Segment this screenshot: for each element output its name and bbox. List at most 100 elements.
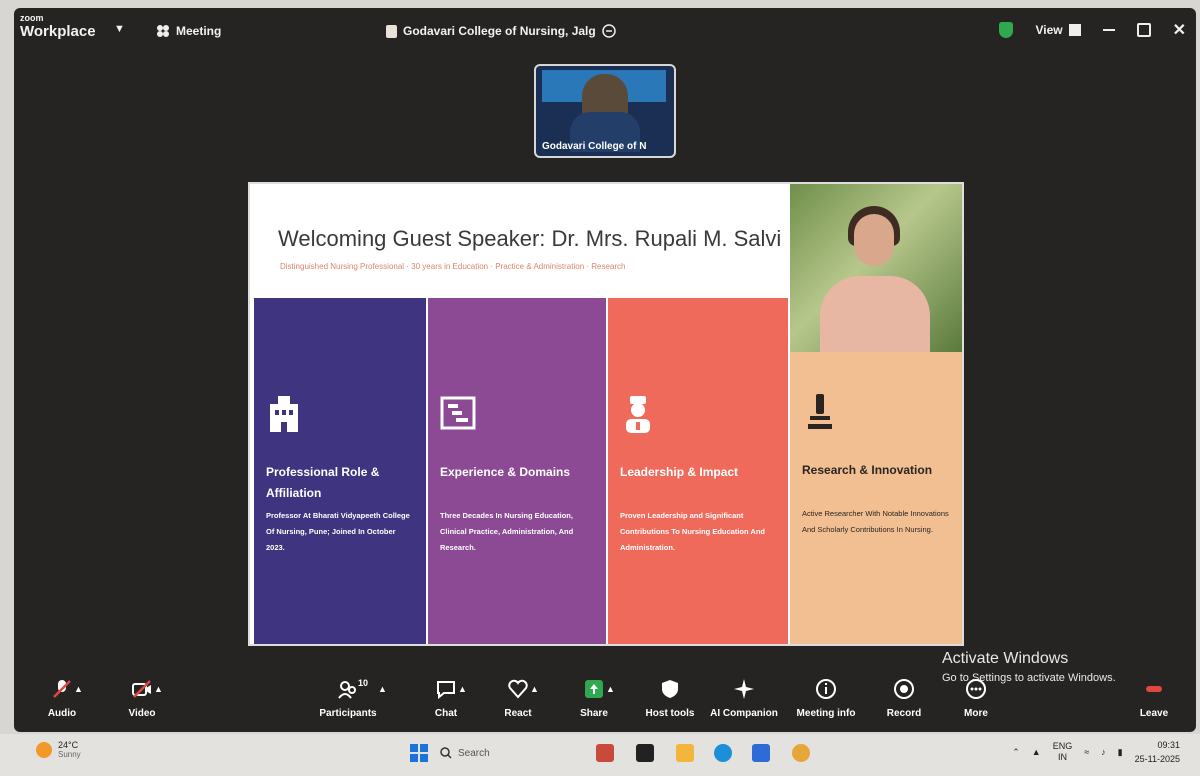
participants-button[interactable]: 10 ▲ Participants [308, 678, 388, 719]
chart-board-icon [440, 396, 476, 430]
slide-subtitle: Distinguished Nursing Professional · 30 … [280, 262, 626, 271]
video-label: Video [128, 708, 156, 719]
chevron-up-icon[interactable]: ▲ [378, 684, 387, 694]
react-button[interactable]: ▲ React [478, 678, 558, 719]
close-icon[interactable]: ✕ [1173, 20, 1186, 40]
host-tools-button[interactable]: Host tools [630, 678, 710, 719]
more-button[interactable]: More [936, 678, 1016, 719]
chevron-up-icon[interactable]: ▲ [74, 684, 83, 694]
weather-widget[interactable]: 24°C Sunny [36, 740, 81, 759]
panel-text: Proven Leadership and Significant Contri… [620, 511, 765, 552]
react-label: React [504, 708, 532, 719]
battery-icon[interactable]: ▮ [1118, 747, 1123, 758]
info-icon [816, 679, 836, 699]
record-label: Record [886, 708, 922, 719]
chevron-up-icon[interactable]: ▲ [530, 684, 539, 694]
meeting-title[interactable]: Godavari College of Nursing, Jalg [386, 24, 616, 38]
more-dots-icon [966, 679, 986, 699]
video-thumbnail[interactable]: Godavari College of N [534, 64, 676, 158]
chevron-up-icon[interactable]: ⌃ [1012, 747, 1020, 758]
search-placeholder: Search [458, 747, 490, 759]
language-indicator[interactable]: ENG IN [1053, 741, 1073, 763]
file-explorer-icon[interactable] [676, 744, 694, 762]
windows-taskbar: 24°C Sunny Search ⌃ ▲ ENG IN ≈ ♪ ▮ 09:31… [0, 734, 1200, 776]
slide-title: Welcoming Guest Speaker: Dr. Mrs. Rupali… [278, 226, 782, 251]
windows-start-icon[interactable] [410, 744, 428, 762]
language-line-1: ENG [1052, 741, 1073, 751]
panel-title: Experience & Domains [440, 465, 571, 479]
host-tools-label: Host tools [645, 708, 695, 719]
panel-text: Three Decades In Nursing Education, Clin… [440, 511, 574, 552]
window-controls: View ✕ [999, 20, 1186, 40]
chat-button[interactable]: ▲ Chat [406, 678, 486, 719]
document-icon [386, 24, 397, 38]
ai-companion-button[interactable]: AI Companion [704, 678, 784, 719]
activate-line-1: Activate Windows [942, 650, 1069, 667]
record-button[interactable]: Record [864, 678, 944, 719]
participants-icon [338, 681, 356, 699]
meeting-icon [157, 25, 169, 37]
audio-button[interactable]: ▲ Audio [22, 678, 102, 719]
meeting-info-label: Meeting info [796, 708, 856, 719]
nurse-icon [626, 396, 650, 433]
participants-label: Participants [319, 708, 377, 719]
speaker-photo [790, 184, 962, 352]
clock-date: 25-11-2025 [1134, 754, 1180, 764]
chevron-down-icon[interactable]: ▼ [114, 23, 125, 35]
clock[interactable]: 09:31 25-11-2025 [1135, 738, 1180, 766]
speaker-face [854, 214, 894, 266]
share-button[interactable]: ▲ Share [554, 678, 634, 719]
panel-text: Professor At Bharati Vidyapeeth College … [266, 511, 410, 552]
more-label: More [964, 708, 988, 719]
meeting-menu-button[interactable]: Meeting [156, 24, 221, 38]
view-label: View [1035, 23, 1063, 37]
chevron-up-icon[interactable]: ▲ [154, 684, 163, 694]
l-app-icon[interactable] [636, 744, 654, 762]
taskbar-search[interactable]: Search [440, 742, 550, 764]
zoom-window: zoom Workplace ▼ Meeting Godavari Colleg… [14, 8, 1196, 732]
share-screen-icon [585, 680, 603, 698]
microphone-muted-icon [53, 680, 71, 698]
zoom-app-icon[interactable] [752, 744, 770, 762]
leave-button[interactable]: Leave [1114, 678, 1194, 719]
panel-title: Professional Role & Affiliation [266, 465, 380, 500]
chrome-browser-icon[interactable] [792, 744, 810, 762]
chat-label: Chat [434, 708, 458, 719]
sparkle-icon [734, 679, 754, 699]
weather-desc: Sunny [58, 750, 81, 759]
edge-browser-icon[interactable] [714, 744, 732, 762]
meeting-title-text: Godavari College of Nursing, Jalg [403, 24, 596, 38]
volume-icon[interactable]: ♪ [1101, 747, 1106, 757]
chevron-up-icon[interactable]: ▲ [458, 684, 467, 694]
heart-icon [508, 679, 528, 699]
meeting-toolbar: ▲ Audio ▲ Video 10 ▲ Participants ▲ Chat… [14, 672, 1196, 732]
share-label: Share [580, 708, 608, 719]
brand-big: Workplace [20, 23, 96, 40]
network-status-icon[interactable]: ▲ [1032, 747, 1041, 757]
camera-off-icon [132, 680, 151, 698]
chevron-up-icon[interactable]: ▲ [606, 684, 615, 694]
minimize-icon[interactable] [1102, 29, 1115, 31]
language-line-2: IN [1057, 752, 1067, 762]
meeting-menu-label: Meeting [176, 24, 222, 38]
info-panel-experience: Experience & Domains Three Decades In Nu… [428, 298, 606, 644]
video-button[interactable]: ▲ Video [102, 678, 182, 719]
participants-count: 10 [358, 678, 369, 688]
maximize-icon[interactable] [1136, 23, 1151, 37]
panel-text: Active Researcher With Notable Innovatio… [802, 509, 949, 534]
grid-icon [1068, 24, 1081, 36]
info-panel-research: Research & Innovation Active Researcher … [790, 352, 962, 644]
wifi-icon[interactable]: ≈ [1084, 747, 1089, 757]
clock-time: 09:31 [1157, 740, 1180, 750]
sun-icon [36, 741, 52, 758]
security-shield-icon[interactable] [999, 22, 1014, 38]
shield-icon [662, 680, 678, 698]
info-circle-icon[interactable] [601, 24, 616, 38]
view-button[interactable]: View [1035, 23, 1081, 37]
microscope-icon [808, 394, 832, 429]
zoom-logo: zoom Workplace [20, 13, 96, 40]
meeting-info-button[interactable]: Meeting info [786, 678, 866, 719]
brand-small: zoom [20, 13, 44, 23]
calendar-app-icon[interactable] [596, 744, 614, 762]
leave-icon [1146, 686, 1162, 692]
